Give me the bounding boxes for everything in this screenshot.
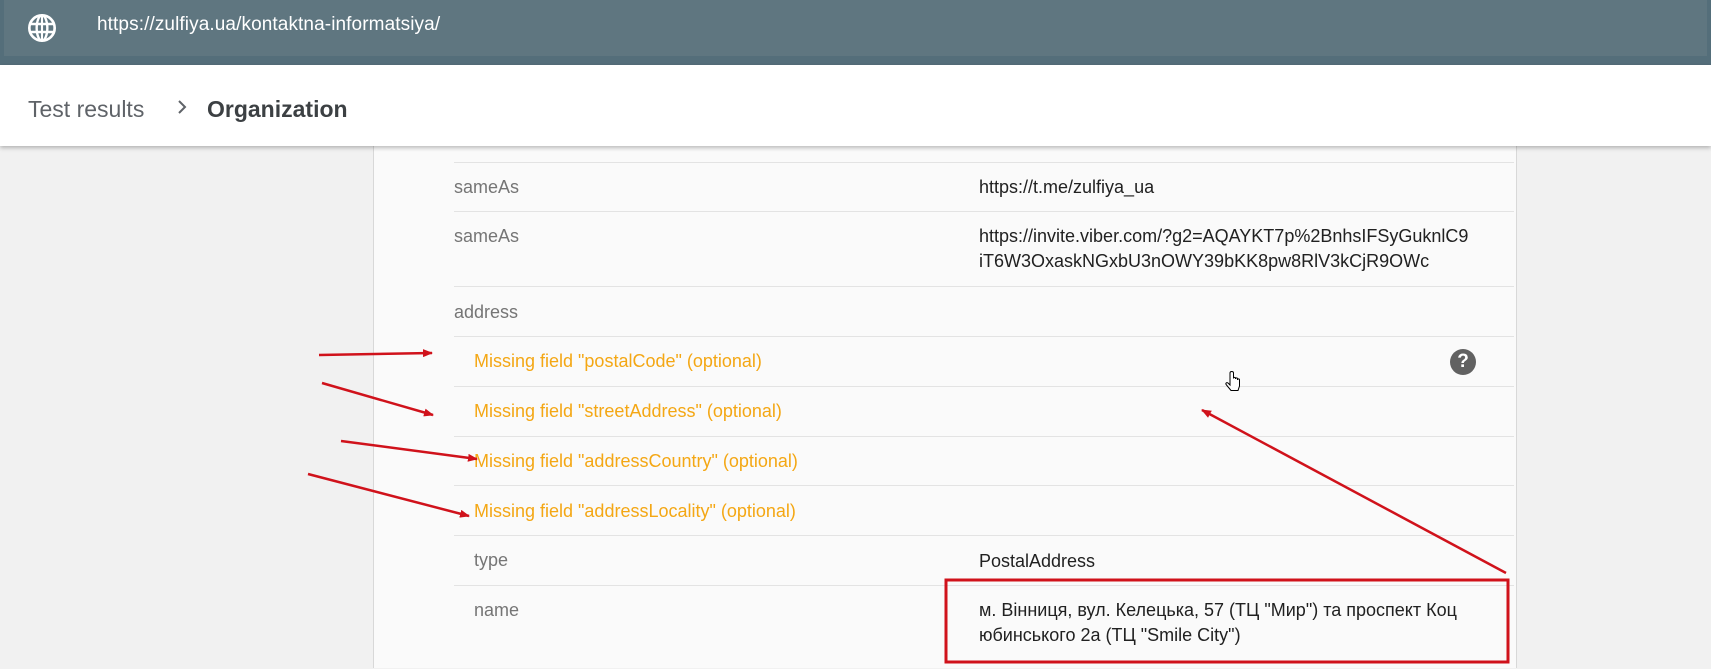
row-key: type <box>474 550 509 570</box>
row-key: sameAs <box>454 177 520 197</box>
warning-row: Missing field "streetAddress" (optional) <box>454 386 1514 437</box>
warning-streetaddress: Missing field "streetAddress" (optional) <box>474 401 782 421</box>
row-value-line1: https://invite.viber.com/?g2=AQAYKT7p%2B… <box>979 226 1469 246</box>
row-value-line2: юбинського 2а (ТЦ "Smile City") <box>979 625 1241 645</box>
table-row: sameAs https://invite.viber.com/?g2=AQAY… <box>454 211 1514 286</box>
table-row: address <box>454 286 1514 337</box>
row-key: name <box>474 600 520 620</box>
row-value: https://t.me/zulfiya_ua <box>979 177 1155 197</box>
warning-row: Missing field "postalCode" (optional) ? <box>454 336 1514 387</box>
breadcrumb-parent[interactable]: Test results <box>28 96 144 123</box>
table-row: sameAs https://t.me/zulfiya_ua <box>454 162 1514 212</box>
row-key: address <box>454 302 519 322</box>
warning-addresscountry: Missing field "addressCountry" (optional… <box>474 451 798 471</box>
warning-row: Missing field "addressCountry" (optional… <box>454 436 1514 486</box>
breadcrumb: Test results Organization <box>0 65 1711 146</box>
table-row: type PostalAddress <box>454 535 1514 586</box>
table-row: name м. Вінниця, вул. Келецька, 57 (ТЦ "… <box>454 585 1514 669</box>
row-value: PostalAddress <box>979 551 1096 571</box>
help-icon[interactable]: ? <box>1450 349 1476 375</box>
row-value-line2: iT6W3OxaskNGxbU3nOWY39bKK8pw8RlV3kCjR9OW… <box>979 251 1430 271</box>
chevron-right-icon <box>178 100 187 114</box>
breadcrumb-current: Organization <box>207 96 348 122</box>
row-key: sameAs <box>454 226 520 246</box>
warning-row: Missing field "addressLocality" (optiona… <box>454 485 1514 536</box>
warning-addresslocality: Missing field "addressLocality" (optiona… <box>474 501 796 521</box>
warning-postalcode: Missing field "postalCode" (optional) <box>474 351 762 371</box>
row-value-line1: м. Вінниця, вул. Келецька, 57 (ТЦ "Мир")… <box>979 600 1457 620</box>
